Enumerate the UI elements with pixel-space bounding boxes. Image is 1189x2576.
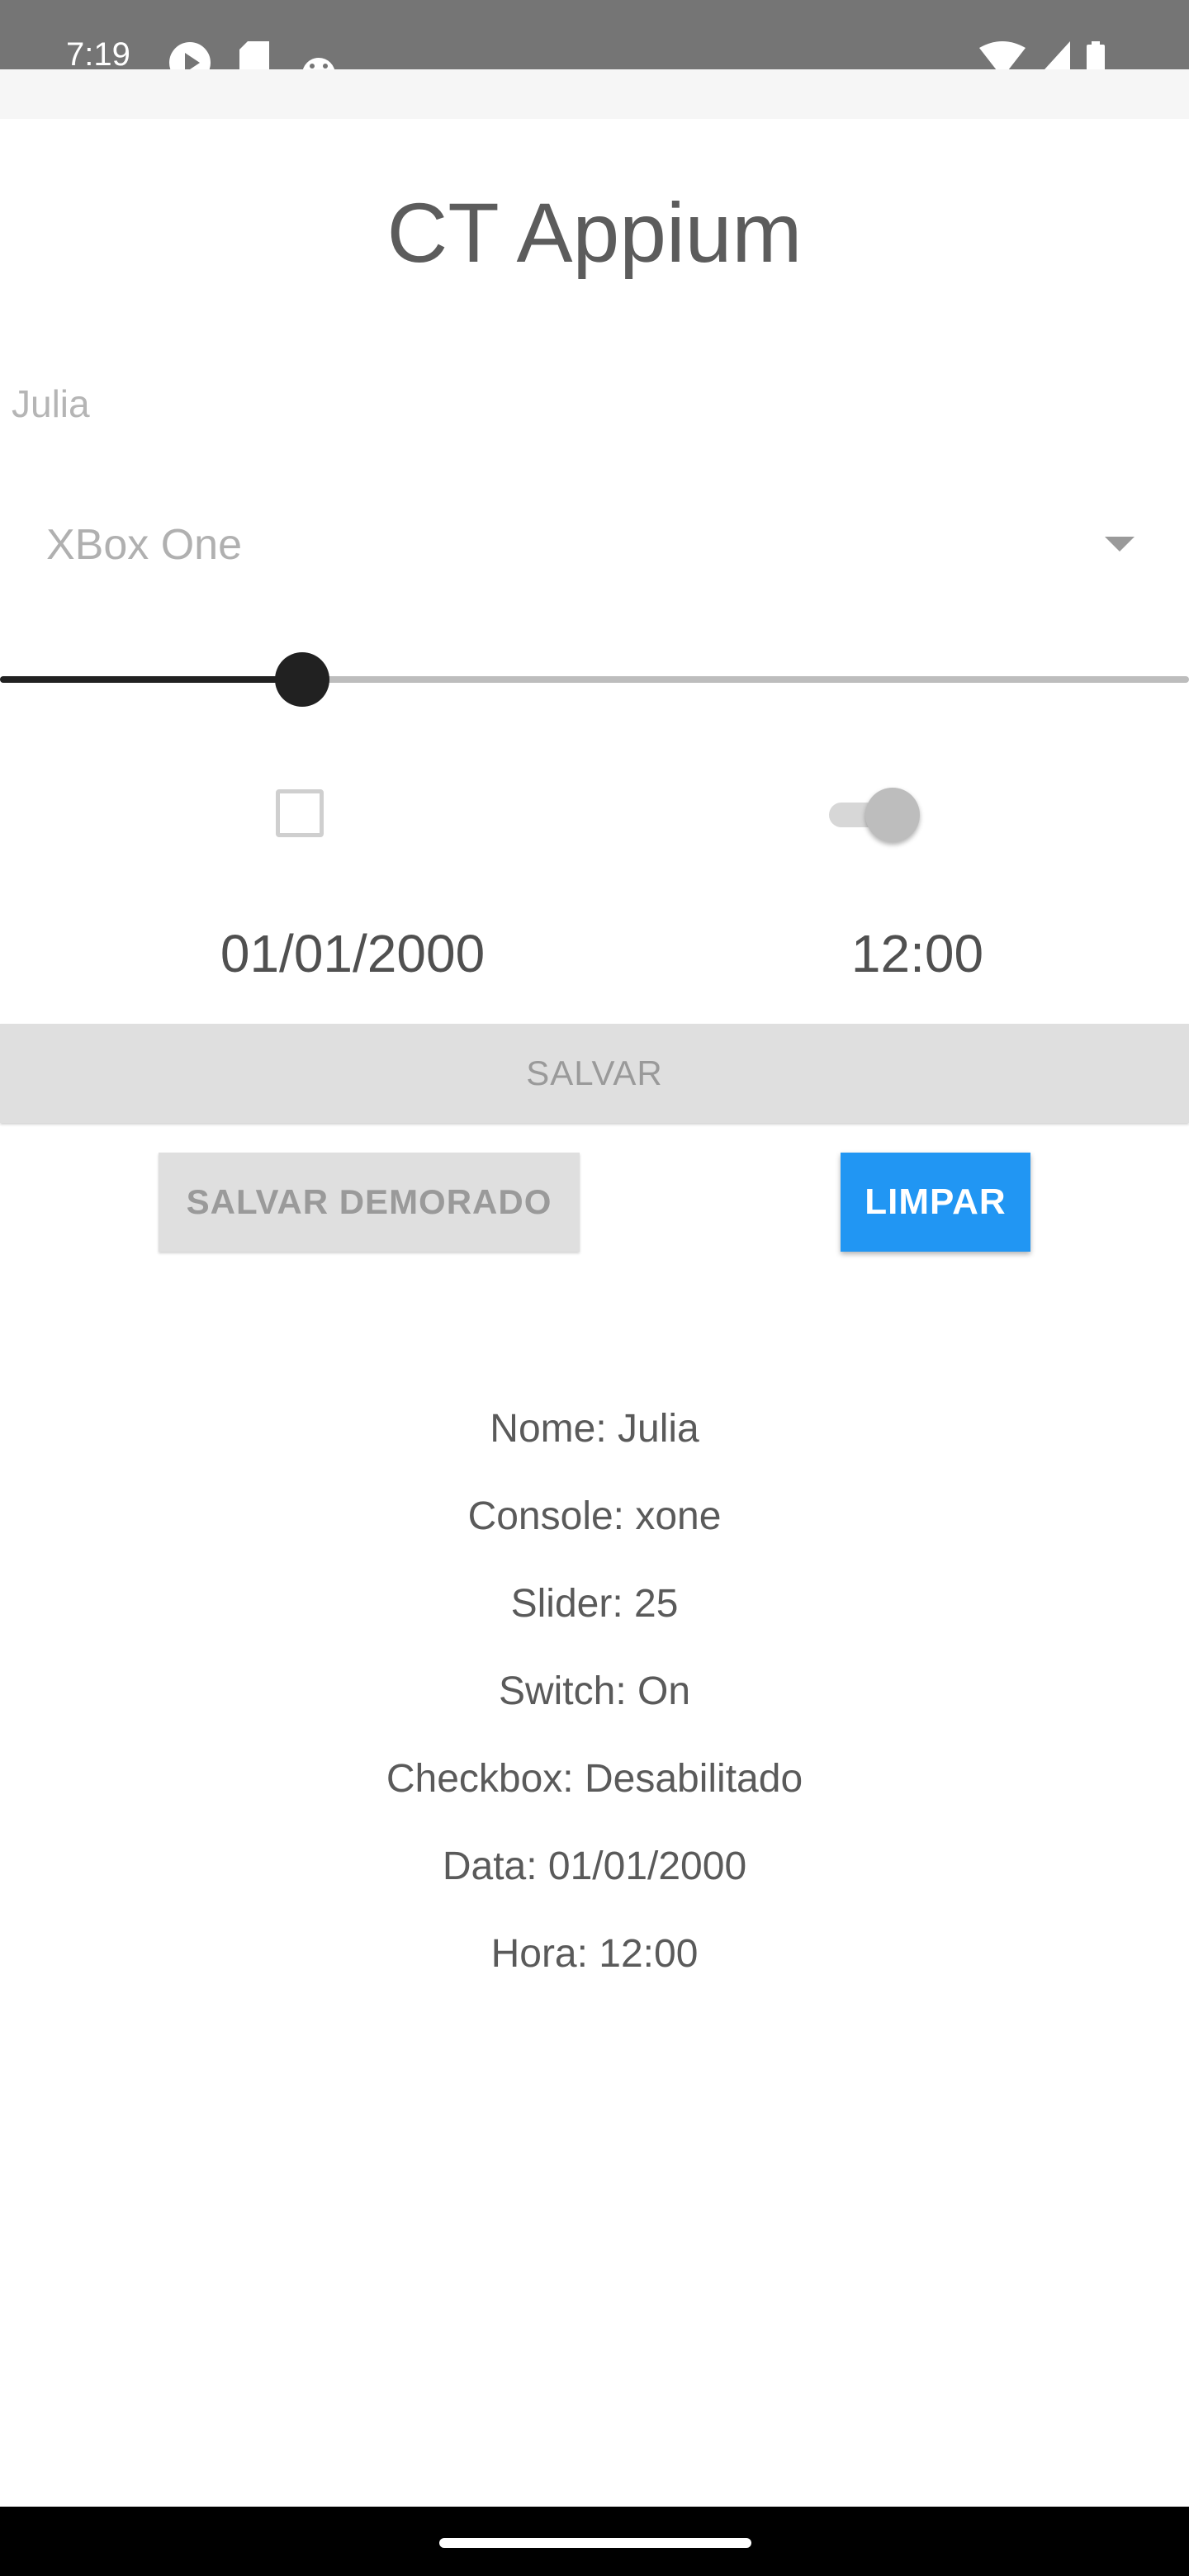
home-gesture-handle[interactable] [439,2538,751,2548]
slider-fill [0,676,302,683]
summary-panel: Nome: Julia Console: xone Slider: 25 Swi… [0,1400,1189,2013]
slider-thumb[interactable] [275,652,329,707]
page-title: CT Appium [386,186,803,280]
battery-icon [1087,41,1105,69]
summary-hora: Hora: 12:00 [490,1932,699,1976]
summary-console: Console: xone [467,1494,722,1538]
android-icon [303,58,334,69]
switch-thumb [865,788,920,842]
summary-switch: Switch: On [498,1669,691,1713]
time-field[interactable]: 12:00 [743,923,1092,984]
app-bar [0,69,1189,119]
play-icon [169,42,211,69]
checkbox[interactable] [276,789,324,837]
salvar-button[interactable]: SALVAR [0,1024,1189,1123]
sd-card-icon [239,41,269,69]
name-input[interactable]: Julia [12,381,90,426]
dropdown-arrow-icon [1105,537,1135,552]
console-select[interactable]: XBox One [0,504,1189,586]
summary-data: Data: 01/01/2000 [442,1844,747,1888]
slider[interactable] [0,652,1189,707]
navigation-bar [0,2507,1189,2576]
limpar-button[interactable]: LIMPAR [841,1153,1030,1252]
summary-slider: Slider: 25 [510,1582,679,1626]
console-selected-value: XBox One [46,521,243,569]
summary-checkbox: Checkbox: Desabilitado [386,1757,803,1801]
status-time: 7:19 [66,36,130,69]
wifi-icon [979,41,1026,69]
signal-icon [1045,41,1070,69]
status-bar: 7:19 [0,0,1189,69]
summary-nome: Nome: Julia [490,1407,699,1451]
salvar-demorado-button[interactable]: SALVAR DEMORADO [159,1153,580,1252]
date-field[interactable]: 01/01/2000 [0,923,705,984]
switch-toggle[interactable] [826,784,928,844]
